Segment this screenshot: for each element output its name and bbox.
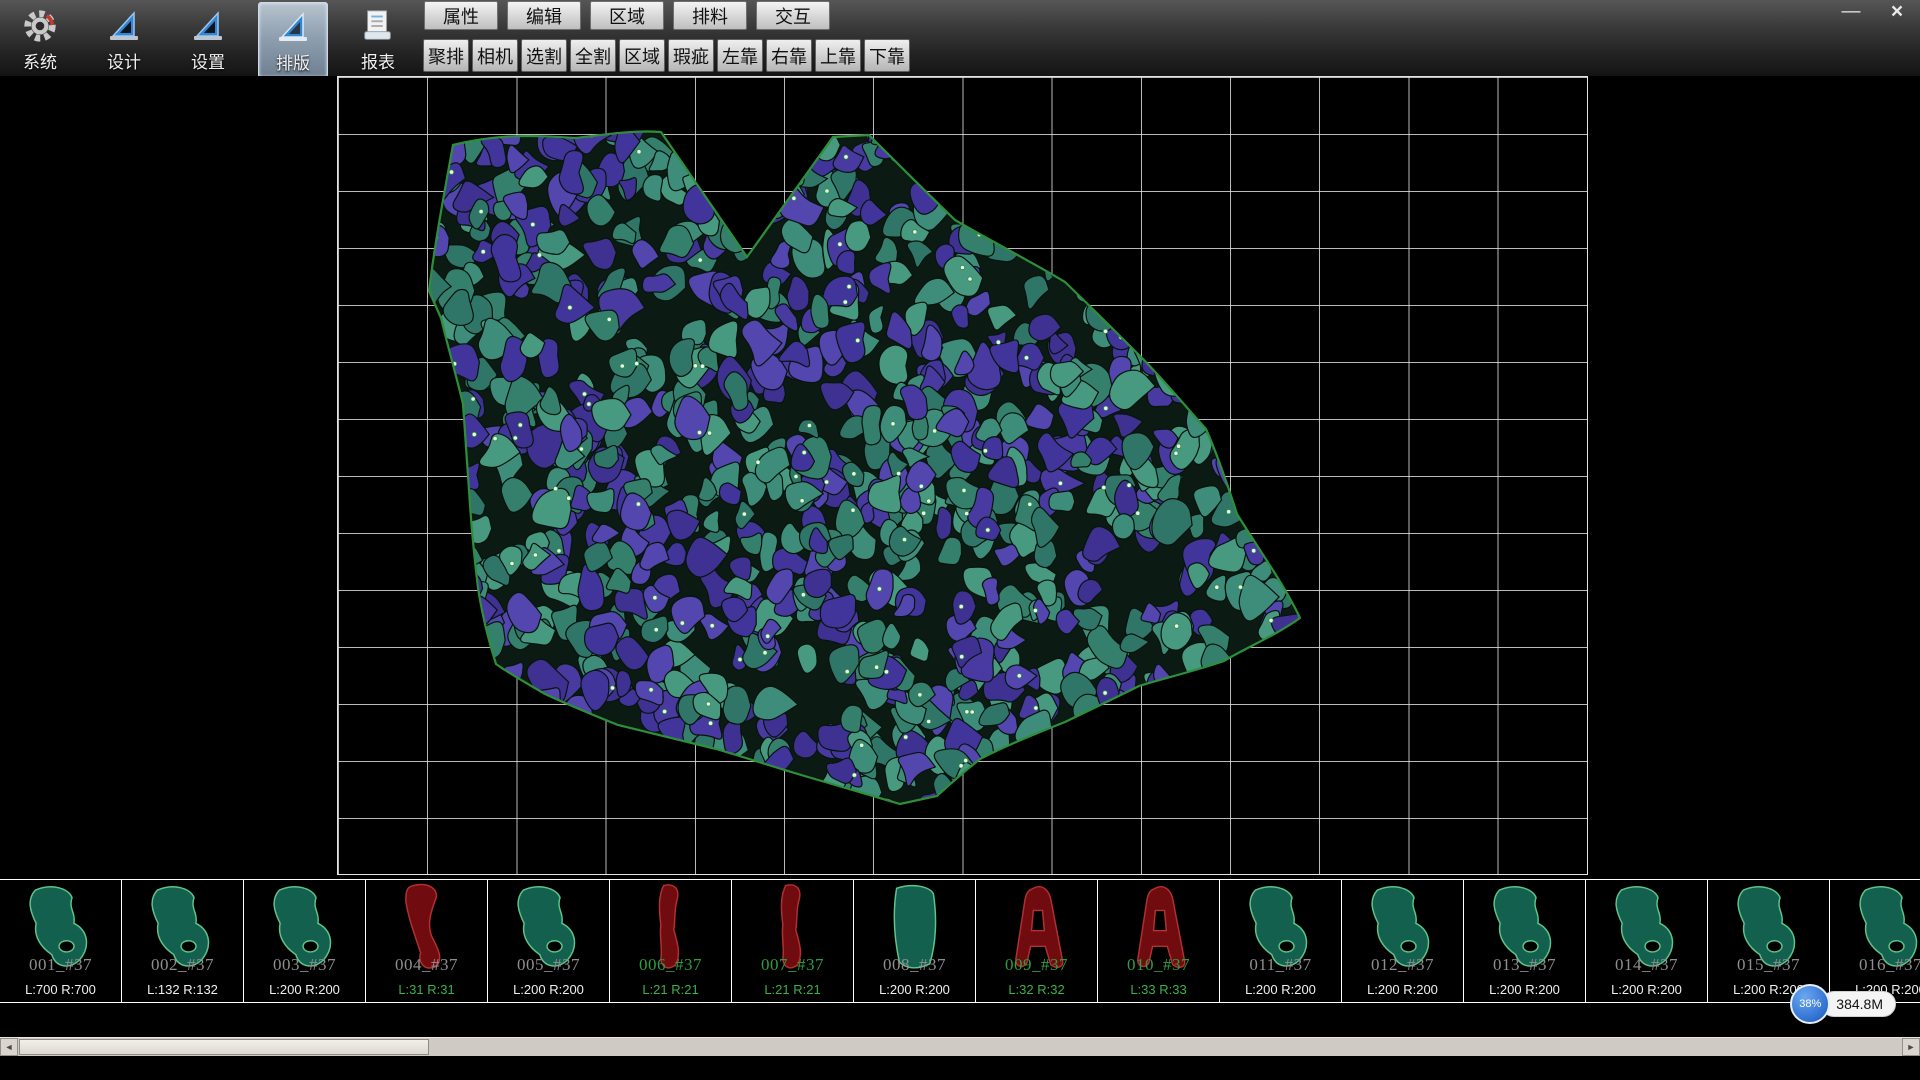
piece-thumbnail[interactable]: 004_#37 L:31 R:31 [366,880,488,1002]
piece-lr-label: L:200 R:200 [1586,982,1707,997]
piece-lr-label: L:21 R:21 [732,982,853,997]
piece-name: 002_#37 [122,955,243,975]
piece-thumbnail[interactable]: 006_#37 L:21 R:21 [610,880,732,1002]
piece-lr-label: L:21 R:21 [610,982,731,997]
piece-thumbnail[interactable]: 008_#37 L:200 R:200 [854,880,976,1002]
tool-button[interactable]: 上靠 [815,39,861,72]
tool-button[interactable]: 相机 [472,39,518,72]
piece-lr-label: L:200 R:200 [854,982,975,997]
piece-thumbnail[interactable]: 012_#37 L:200 R:200 [1342,880,1464,1002]
menu-tab[interactable]: 交互 [756,1,830,30]
piece-lr-label: L:200 R:200 [1464,982,1585,997]
piece-name: 003_#37 [244,955,365,975]
memory-status: 38% 384.8M [1790,984,1896,1024]
memory-value: 384.8M [1836,996,1883,1012]
tool-button[interactable]: 下靠 [864,39,910,72]
minimize-button[interactable]: — [1836,0,1866,24]
piece-name: 016_#37 [1830,955,1920,975]
app-label: 报表 [361,48,395,73]
app-tab[interactable]: 设计 [90,2,158,76]
tool-button[interactable]: 右靠 [766,39,812,72]
usage-percent: 38% [1799,998,1821,1010]
scroll-right-arrow-icon[interactable]: ► [1902,1038,1920,1056]
pieces-strip: 001_#37 L:700 R:700 002_#37 L:132 R:132 … [0,879,1920,1003]
piece-name: 010_#37 [1098,955,1219,975]
app-tabs: 系统 设计 设置 排版 报表 [6,2,412,78]
piece-lr-label: L:31 R:31 [366,982,487,997]
menu-tab[interactable]: 编辑 [507,1,581,30]
piece-lr-label: L:132 R:132 [122,982,243,997]
piece-lr-label: L:200 R:200 [1220,982,1341,997]
piece-thumbnail[interactable]: 007_#37 L:21 R:21 [732,880,854,1002]
app-label: 设计 [107,48,141,73]
window-controls: — × [1836,0,1912,24]
piece-lr-label: L:33 R:33 [1098,982,1219,997]
horizontal-scrollbar[interactable]: ◄ ► [0,1037,1920,1056]
piece-name: 004_#37 [366,955,487,975]
piece-thumbnail[interactable]: 003_#37 L:200 R:200 [244,880,366,1002]
piece-thumbnail[interactable]: 002_#37 L:132 R:132 [122,880,244,1002]
piece-lr-label: L:200 R:200 [488,982,609,997]
piece-lr-label: L:32 R:32 [976,982,1097,997]
scrollbar-thumb[interactable] [19,1039,429,1055]
piece-name: 015_#37 [1708,955,1829,975]
app-tab[interactable]: 排版 [258,2,328,78]
scroll-left-arrow-icon[interactable]: ◄ [0,1038,18,1056]
tool-button[interactable]: 选割 [521,39,567,72]
piece-thumbnail[interactable]: 014_#37 L:200 R:200 [1586,880,1708,1002]
gear-icon [21,5,59,47]
nesting-icon [274,6,312,48]
piece-name: 008_#37 [854,955,975,975]
piece-name: 012_#37 [1342,955,1463,975]
piece-name: 011_#37 [1220,955,1341,975]
ribbon: 系统 设计 设置 排版 报表 [0,0,1920,77]
tool-button[interactable]: 瑕疵 [668,39,714,72]
menu-tab[interactable]: 属性 [424,1,498,30]
piece-name: 005_#37 [488,955,609,975]
tool-buttons: 聚排 相机 选割 全割 区域 瑕疵 左靠 右靠 上靠 下靠 [423,39,910,72]
memory-pill: 384.8M [1821,991,1896,1017]
leather-hide[interactable] [0,76,1920,878]
piece-thumbnail[interactable]: 001_#37 L:700 R:700 [0,880,122,1002]
report-icon [359,5,397,47]
app-label: 系统 [23,48,57,73]
piece-thumbnail[interactable]: 013_#37 L:200 R:200 [1464,880,1586,1002]
menu-tabs: 属性 编辑 区域 排料 交互 [424,1,830,30]
piece-lr-label: L:700 R:700 [0,982,121,997]
piece-name: 009_#37 [976,955,1097,975]
app-label: 设置 [191,48,225,73]
settings-icon [189,5,227,47]
piece-name: 013_#37 [1464,955,1585,975]
usage-percent-badge: 38% [1790,984,1830,1024]
app-tab[interactable]: 报表 [344,2,412,76]
piece-thumbnail[interactable]: 011_#37 L:200 R:200 [1220,880,1342,1002]
piece-name: 007_#37 [732,955,853,975]
piece-thumbnail[interactable]: 005_#37 L:200 R:200 [488,880,610,1002]
design-icon [105,5,143,47]
close-button[interactable]: × [1882,0,1912,24]
tool-button[interactable]: 聚排 [423,39,469,72]
piece-thumbnail[interactable]: 009_#37 L:32 R:32 [976,880,1098,1002]
tool-button[interactable]: 区域 [619,39,665,72]
app-tab[interactable]: 设置 [174,2,242,76]
piece-thumbnail[interactable]: 010_#37 L:33 R:33 [1098,880,1220,1002]
piece-name: 014_#37 [1586,955,1707,975]
tool-button[interactable]: 全割 [570,39,616,72]
piece-name: 001_#37 [0,955,121,975]
piece-lr-label: L:200 R:200 [244,982,365,997]
app-tab[interactable]: 系统 [6,2,74,76]
tool-button[interactable]: 左靠 [717,39,763,72]
piece-name: 006_#37 [610,955,731,975]
nesting-canvas[interactable] [0,76,1920,878]
menu-tab[interactable]: 区域 [590,1,664,30]
menu-tab[interactable]: 排料 [673,1,747,30]
piece-lr-label: L:200 R:200 [1342,982,1463,997]
app-label: 排版 [276,49,310,74]
